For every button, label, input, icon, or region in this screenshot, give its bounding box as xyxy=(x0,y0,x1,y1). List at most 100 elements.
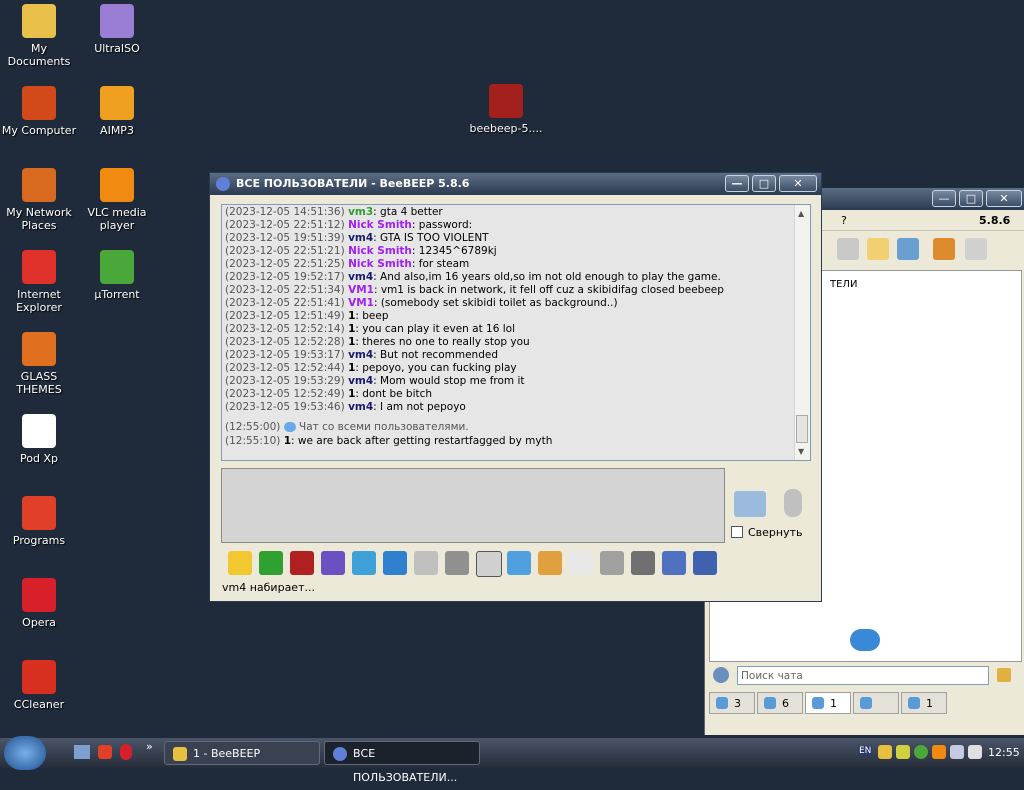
ccleaner-icon xyxy=(22,660,56,694)
chat-list-title: ТЕЛИ xyxy=(830,279,858,290)
message-timestamp: (2023-12-05 22:51:41) xyxy=(225,297,345,309)
tab-share[interactable]: 1 xyxy=(901,692,947,714)
chat-scrollbar[interactable]: ▲ ▼ xyxy=(794,205,810,460)
message-input[interactable] xyxy=(221,468,725,543)
pen-icon[interactable] xyxy=(321,551,345,575)
minimize-button[interactable]: — xyxy=(725,175,749,192)
save-icon[interactable] xyxy=(693,551,717,575)
close-button[interactable]: ✕ xyxy=(779,175,817,192)
typing-status: vm4 набирает... xyxy=(222,581,315,594)
search-settings-icon[interactable] xyxy=(713,667,729,683)
tray-network-icon[interactable] xyxy=(950,745,964,759)
scroll-thumb[interactable] xyxy=(796,415,808,443)
html-icon[interactable] xyxy=(569,551,593,575)
message-timestamp: (2023-12-05 19:53:46) xyxy=(225,401,345,413)
microphone-icon[interactable] xyxy=(784,489,802,517)
language-indicator[interactable]: EN xyxy=(858,746,873,756)
desktop-icon-my-documents[interactable]: My Documents xyxy=(0,4,78,68)
desktop-icon-label: beebeep-5.... xyxy=(469,122,543,135)
desktop-icon-glass-themes[interactable]: GLASS THEMES xyxy=(0,332,78,396)
clear-search-icon[interactable] xyxy=(997,668,1011,682)
message-timestamp: (2023-12-05 22:51:12) xyxy=(225,219,345,231)
emoticon-icon[interactable] xyxy=(228,551,252,575)
task-button-beebeep[interactable]: 1 - BeeBEEP xyxy=(164,741,320,765)
tray-vlc-icon[interactable] xyxy=(932,745,946,759)
help-menu[interactable]: ? xyxy=(841,214,847,227)
chat-message: (2023-12-05 19:52:17) vm4: And also,im 1… xyxy=(222,271,792,284)
quicklaunch-chevron[interactable]: » xyxy=(146,740,153,753)
chat-search-input[interactable]: Поиск чата xyxy=(737,666,989,685)
tab-groups[interactable] xyxy=(853,692,899,714)
desktop-icon-aimp3[interactable]: AIMP3 xyxy=(78,86,156,137)
maximize-button[interactable]: □ xyxy=(752,175,776,192)
message-user: vm4 xyxy=(348,232,374,244)
scroll-up-icon[interactable]: ▲ xyxy=(798,209,804,218)
secondary-close-button[interactable]: ✕ xyxy=(986,190,1022,207)
settings-icon[interactable] xyxy=(383,551,407,575)
secondary-minimize-button[interactable]: — xyxy=(932,190,956,207)
mail-icon[interactable] xyxy=(837,238,859,260)
system-message: (12:55:00) Чат со всеми пользователями. xyxy=(225,421,469,433)
folder-icon[interactable] xyxy=(538,551,562,575)
chat-message: (2023-12-05 22:51:21) Nick Smith: 12345^… xyxy=(222,245,792,258)
trash-icon[interactable] xyxy=(965,238,987,260)
version-label: 5.8.6 xyxy=(979,214,1011,227)
message-text: : you can play it even at 16 lol xyxy=(355,323,515,335)
chat-message: (2023-12-05 19:53:17) vm4: But not recom… xyxy=(222,349,792,362)
desktop-icon-opera[interactable]: Opera xyxy=(0,578,78,629)
tab-computer[interactable]: 3 xyxy=(709,692,755,714)
chat-bubble-icon xyxy=(283,422,296,432)
task-button-chat[interactable]: ВСЕ ПОЛЬЗОВАТЕЛИ... xyxy=(324,741,480,784)
message-user: Nick Smith xyxy=(348,245,412,257)
desktop-icon-internet-explorer[interactable]: Internet Explorer xyxy=(0,250,78,314)
dictionary-icon[interactable] xyxy=(445,551,469,575)
edit-icon[interactable] xyxy=(867,238,889,260)
desktop-icon-utorrent[interactable]: µTorrent xyxy=(78,250,156,301)
secondary-maximize-button[interactable]: □ xyxy=(959,190,983,207)
last-timestamp: (12:55:10) xyxy=(225,435,281,447)
tab-chat[interactable]: 1 xyxy=(805,692,851,714)
programs-quick-icon[interactable] xyxy=(98,745,112,759)
message-user: VM1 xyxy=(348,284,374,296)
chat-message: (2023-12-05 19:53:46) vm4: I am not pepo… xyxy=(222,401,792,414)
color-icon[interactable] xyxy=(259,551,283,575)
screenshot-icon[interactable] xyxy=(631,551,655,575)
filter-icon[interactable] xyxy=(352,551,376,575)
desktop-icon-ccleaner[interactable]: CCleaner xyxy=(0,660,78,711)
message-user: vm4 xyxy=(348,271,374,283)
desktop-icon-label: VLC media player xyxy=(87,206,147,232)
desktop-icon-beebeep-installer[interactable]: beebeep-5.... xyxy=(467,84,545,135)
opera-quick-icon[interactable] xyxy=(120,744,132,760)
notes-icon[interactable] xyxy=(662,551,686,575)
start-button[interactable] xyxy=(4,736,46,770)
tray-utorrent-icon[interactable] xyxy=(914,745,928,759)
tray-beebeep-icon[interactable] xyxy=(878,745,892,759)
show-desktop-icon[interactable] xyxy=(74,745,90,759)
message-text: : gta 4 better xyxy=(373,206,443,218)
computer-icon xyxy=(716,697,728,709)
tools-icon[interactable] xyxy=(897,238,919,260)
tray-wand-icon[interactable] xyxy=(968,745,982,759)
scroll-down-icon[interactable]: ▼ xyxy=(798,447,804,456)
desktop-icon-label: My Computer xyxy=(1,124,77,137)
font-icon[interactable] xyxy=(290,551,314,575)
tab-users[interactable]: 6 xyxy=(757,692,803,714)
desktop-icon-vlc-media-player[interactable]: VLC media player xyxy=(78,168,156,232)
record-icon[interactable] xyxy=(600,551,624,575)
fullscreen-icon[interactable] xyxy=(476,551,502,577)
spellcheck-icon[interactable] xyxy=(414,551,438,575)
desktop-icon-my-network-places[interactable]: My Network Places xyxy=(0,168,78,232)
desktop-icon-programs[interactable]: Programs xyxy=(0,496,78,547)
chat-log[interactable]: (2023-12-05 14:51:36) vm3: gta 4 better(… xyxy=(221,204,811,461)
tray-folder-icon[interactable] xyxy=(896,745,910,759)
chat-message: (2023-12-05 19:51:39) vm4: GTA IS TOO VI… xyxy=(222,232,792,245)
desktop-icon-ultraiso[interactable]: UltraISO xyxy=(78,4,156,55)
window-title: ВСЕ ПОЛЬЗОВАТЕЛИ - BeeBEEP 5.8.6 xyxy=(236,177,470,190)
desktop-icon-my-computer[interactable]: My Computer xyxy=(0,86,78,137)
transfer-icon[interactable] xyxy=(933,238,955,260)
send-icon[interactable] xyxy=(734,491,766,517)
desktop-icon-pod-xp[interactable]: Pod Xp xyxy=(0,414,78,465)
collapse-checkbox[interactable] xyxy=(731,526,743,538)
send-file-icon[interactable] xyxy=(507,551,531,575)
message-text: : And also,im 16 years old,so im not old… xyxy=(373,271,721,283)
